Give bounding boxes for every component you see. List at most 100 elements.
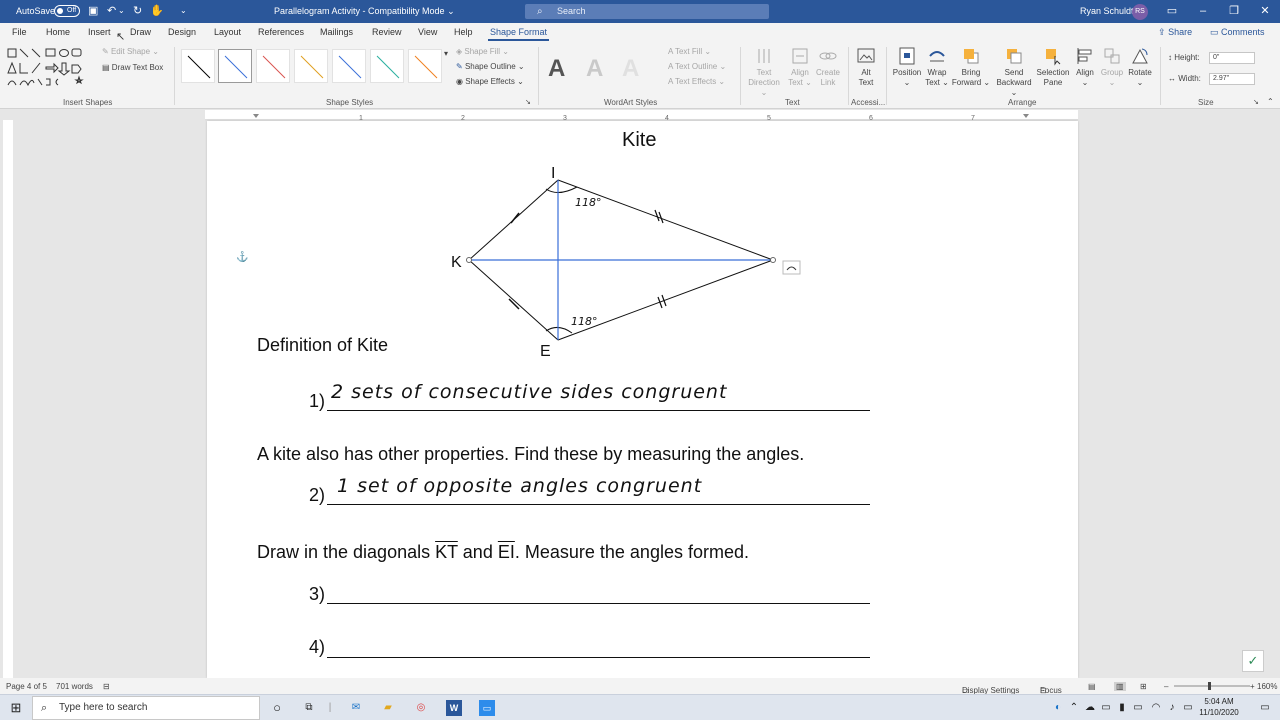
tab-shape-format[interactable]: Shape Format: [488, 27, 550, 41]
avatar[interactable]: RS: [1132, 4, 1148, 20]
zoom-app-icon[interactable]: ▭: [479, 700, 495, 716]
taskbar-search[interactable]: ⌕ Type here to search: [32, 696, 260, 720]
kite-diagram[interactable]: I K E 118° 118°: [437, 161, 817, 361]
tab-help[interactable]: Help: [452, 27, 475, 41]
show-hidden-icons[interactable]: ⌃: [1066, 700, 1082, 716]
cortana-icon[interactable]: ○: [269, 700, 285, 716]
check-icon[interactable]: ✓: [1242, 650, 1264, 672]
tab-review[interactable]: Review: [370, 27, 404, 41]
collapse-ribbon-icon[interactable]: ⌃: [1267, 97, 1274, 107]
anchor-icon[interactable]: ⚓: [236, 252, 248, 263]
draw-text-box-button[interactable]: ▤ Draw Text Box: [102, 63, 163, 73]
text-outline-button[interactable]: A Text Outline ⌄: [668, 62, 726, 72]
horizontal-ruler[interactable]: 1234567: [205, 110, 1078, 122]
chrome-icon[interactable]: ◎: [413, 700, 429, 716]
tab-file[interactable]: File: [10, 27, 29, 41]
ribbon-display-icon[interactable]: ▭: [1161, 3, 1183, 20]
shape-styles-more-icon[interactable]: ▾: [444, 49, 448, 59]
dialog-launcher-icon[interactable]: ↘: [525, 98, 531, 108]
word-app-icon[interactable]: W: [446, 700, 462, 716]
tab-view[interactable]: View: [416, 27, 439, 41]
file-explorer-icon[interactable]: ▰: [380, 700, 396, 716]
print-layout-icon[interactable]: ▥: [1114, 682, 1126, 691]
zoom-level[interactable]: 160%: [1257, 682, 1277, 691]
monitor-icon[interactable]: ▭: [1130, 700, 1146, 716]
zoom-in-icon[interactable]: +: [1250, 682, 1255, 691]
page-count[interactable]: Page 4 of 5: [6, 682, 47, 691]
tab-draw[interactable]: Draw: [128, 27, 153, 41]
system-clock[interactable]: 5:04 AM 11/10/2020: [1196, 696, 1242, 718]
task-view-icon[interactable]: ⧉: [301, 700, 317, 716]
redo-icon[interactable]: ↻: [133, 4, 142, 18]
align-text-button[interactable]: Align Text ⌄: [786, 46, 814, 88]
zoom-slider[interactable]: [1174, 681, 1250, 691]
microphone-icon[interactable]: ▮: [1114, 700, 1130, 716]
group-button[interactable]: Group ⌄: [1098, 46, 1126, 88]
onedrive-icon[interactable]: ☁: [1082, 700, 1098, 716]
position-button[interactable]: Position ⌄: [890, 46, 924, 88]
width-input[interactable]: 2.97": [1209, 73, 1255, 85]
wifi-icon[interactable]: ◠: [1148, 700, 1164, 716]
search-box[interactable]: ⌕ Search: [525, 4, 769, 19]
shapes-gallery[interactable]: [6, 47, 96, 91]
windows-start-icon[interactable]: ⊞: [8, 700, 24, 716]
shape-effects-button[interactable]: ◉ Shape Effects ⌄: [456, 77, 524, 87]
shape-style-black[interactable]: [181, 49, 215, 83]
document-title[interactable]: Parallelogram Activity - Compatibility M…: [274, 6, 455, 17]
text-effects-button[interactable]: A Text Effects ⌄: [668, 77, 725, 87]
notification-icon[interactable]: ▭: [1257, 700, 1273, 716]
vertical-ruler[interactable]: [3, 120, 13, 678]
create-link-button[interactable]: Create Link: [814, 46, 842, 88]
proofing-icon[interactable]: ⊟: [103, 682, 110, 691]
wordart-style-light[interactable]: A: [586, 55, 603, 83]
tab-mailings[interactable]: Mailings: [318, 27, 355, 41]
shape-style-gold[interactable]: [294, 49, 328, 83]
restore-icon[interactable]: ❐: [1223, 3, 1245, 20]
web-layout-icon[interactable]: ⊞: [1140, 682, 1147, 691]
selection-pane-button[interactable]: Selection Pane: [1036, 46, 1070, 88]
tab-insert[interactable]: Insert: [86, 27, 113, 41]
wrap-text-button[interactable]: Wrap Text ⌄: [924, 46, 950, 88]
shape-style-orange[interactable]: [408, 49, 442, 83]
network-user-icon[interactable]: ◐: [1050, 700, 1066, 716]
user-name[interactable]: Ryan Schuldt: [1080, 6, 1134, 16]
volume-icon[interactable]: ♪: [1164, 700, 1180, 716]
customize-qat-icon[interactable]: ⌄: [180, 4, 187, 18]
word-count[interactable]: 701 words: [56, 682, 93, 691]
shape-style-blue-selected[interactable]: [218, 49, 252, 83]
shape-style-red[interactable]: [256, 49, 290, 83]
save-icon[interactable]: ▣: [88, 4, 98, 18]
align-button[interactable]: Align ⌄: [1072, 46, 1098, 88]
tab-home[interactable]: Home: [44, 27, 72, 41]
share-button[interactable]: ⇪ Share: [1158, 27, 1192, 38]
wordart-style-outline[interactable]: A: [622, 55, 639, 83]
comments-button[interactable]: ▭ Comments: [1210, 27, 1265, 38]
send-backward-button[interactable]: Send Backward ⌄: [992, 46, 1036, 98]
tab-references[interactable]: References: [256, 27, 306, 41]
close-icon[interactable]: ✕: [1254, 3, 1276, 20]
mail-icon[interactable]: ✉: [348, 700, 364, 716]
autosave-toggle[interactable]: Off: [54, 5, 80, 17]
keyboard-icon[interactable]: ▭: [1180, 700, 1196, 716]
minimize-icon[interactable]: –: [1192, 3, 1214, 20]
shape-outline-button[interactable]: ✎ Shape Outline ⌄: [456, 62, 525, 72]
power-icon[interactable]: ▭: [1098, 700, 1114, 716]
text-fill-button[interactable]: A Text Fill ⌄: [668, 47, 711, 57]
zoom-out-icon[interactable]: –: [1164, 682, 1168, 691]
undo-dropdown-icon[interactable]: ⌄: [118, 4, 125, 18]
shape-style-teal[interactable]: [370, 49, 404, 83]
tab-layout[interactable]: Layout: [212, 27, 243, 41]
height-input[interactable]: 0": [1209, 52, 1255, 64]
bring-forward-button[interactable]: Bring Forward ⌄: [950, 46, 992, 88]
edit-shape-button[interactable]: ✎ Edit Shape ⌄: [102, 47, 159, 57]
alt-text-button[interactable]: Alt Text: [852, 46, 880, 88]
touch-mode-icon[interactable]: ✋: [150, 4, 164, 18]
tab-design[interactable]: Design: [166, 27, 198, 41]
shape-fill-button[interactable]: ◈ Shape Fill ⌄: [456, 47, 509, 57]
document-page[interactable]: Kite I K E 118° 118° Definition of Kite …: [207, 121, 1078, 678]
read-mode-icon[interactable]: ▤: [1088, 682, 1096, 691]
undo-icon[interactable]: ↶: [107, 4, 116, 18]
text-direction-button[interactable]: Text Direction ⌄: [748, 46, 780, 98]
wordart-style-dark[interactable]: A: [548, 55, 565, 83]
rotate-button[interactable]: Rotate ⌄: [1126, 46, 1154, 88]
